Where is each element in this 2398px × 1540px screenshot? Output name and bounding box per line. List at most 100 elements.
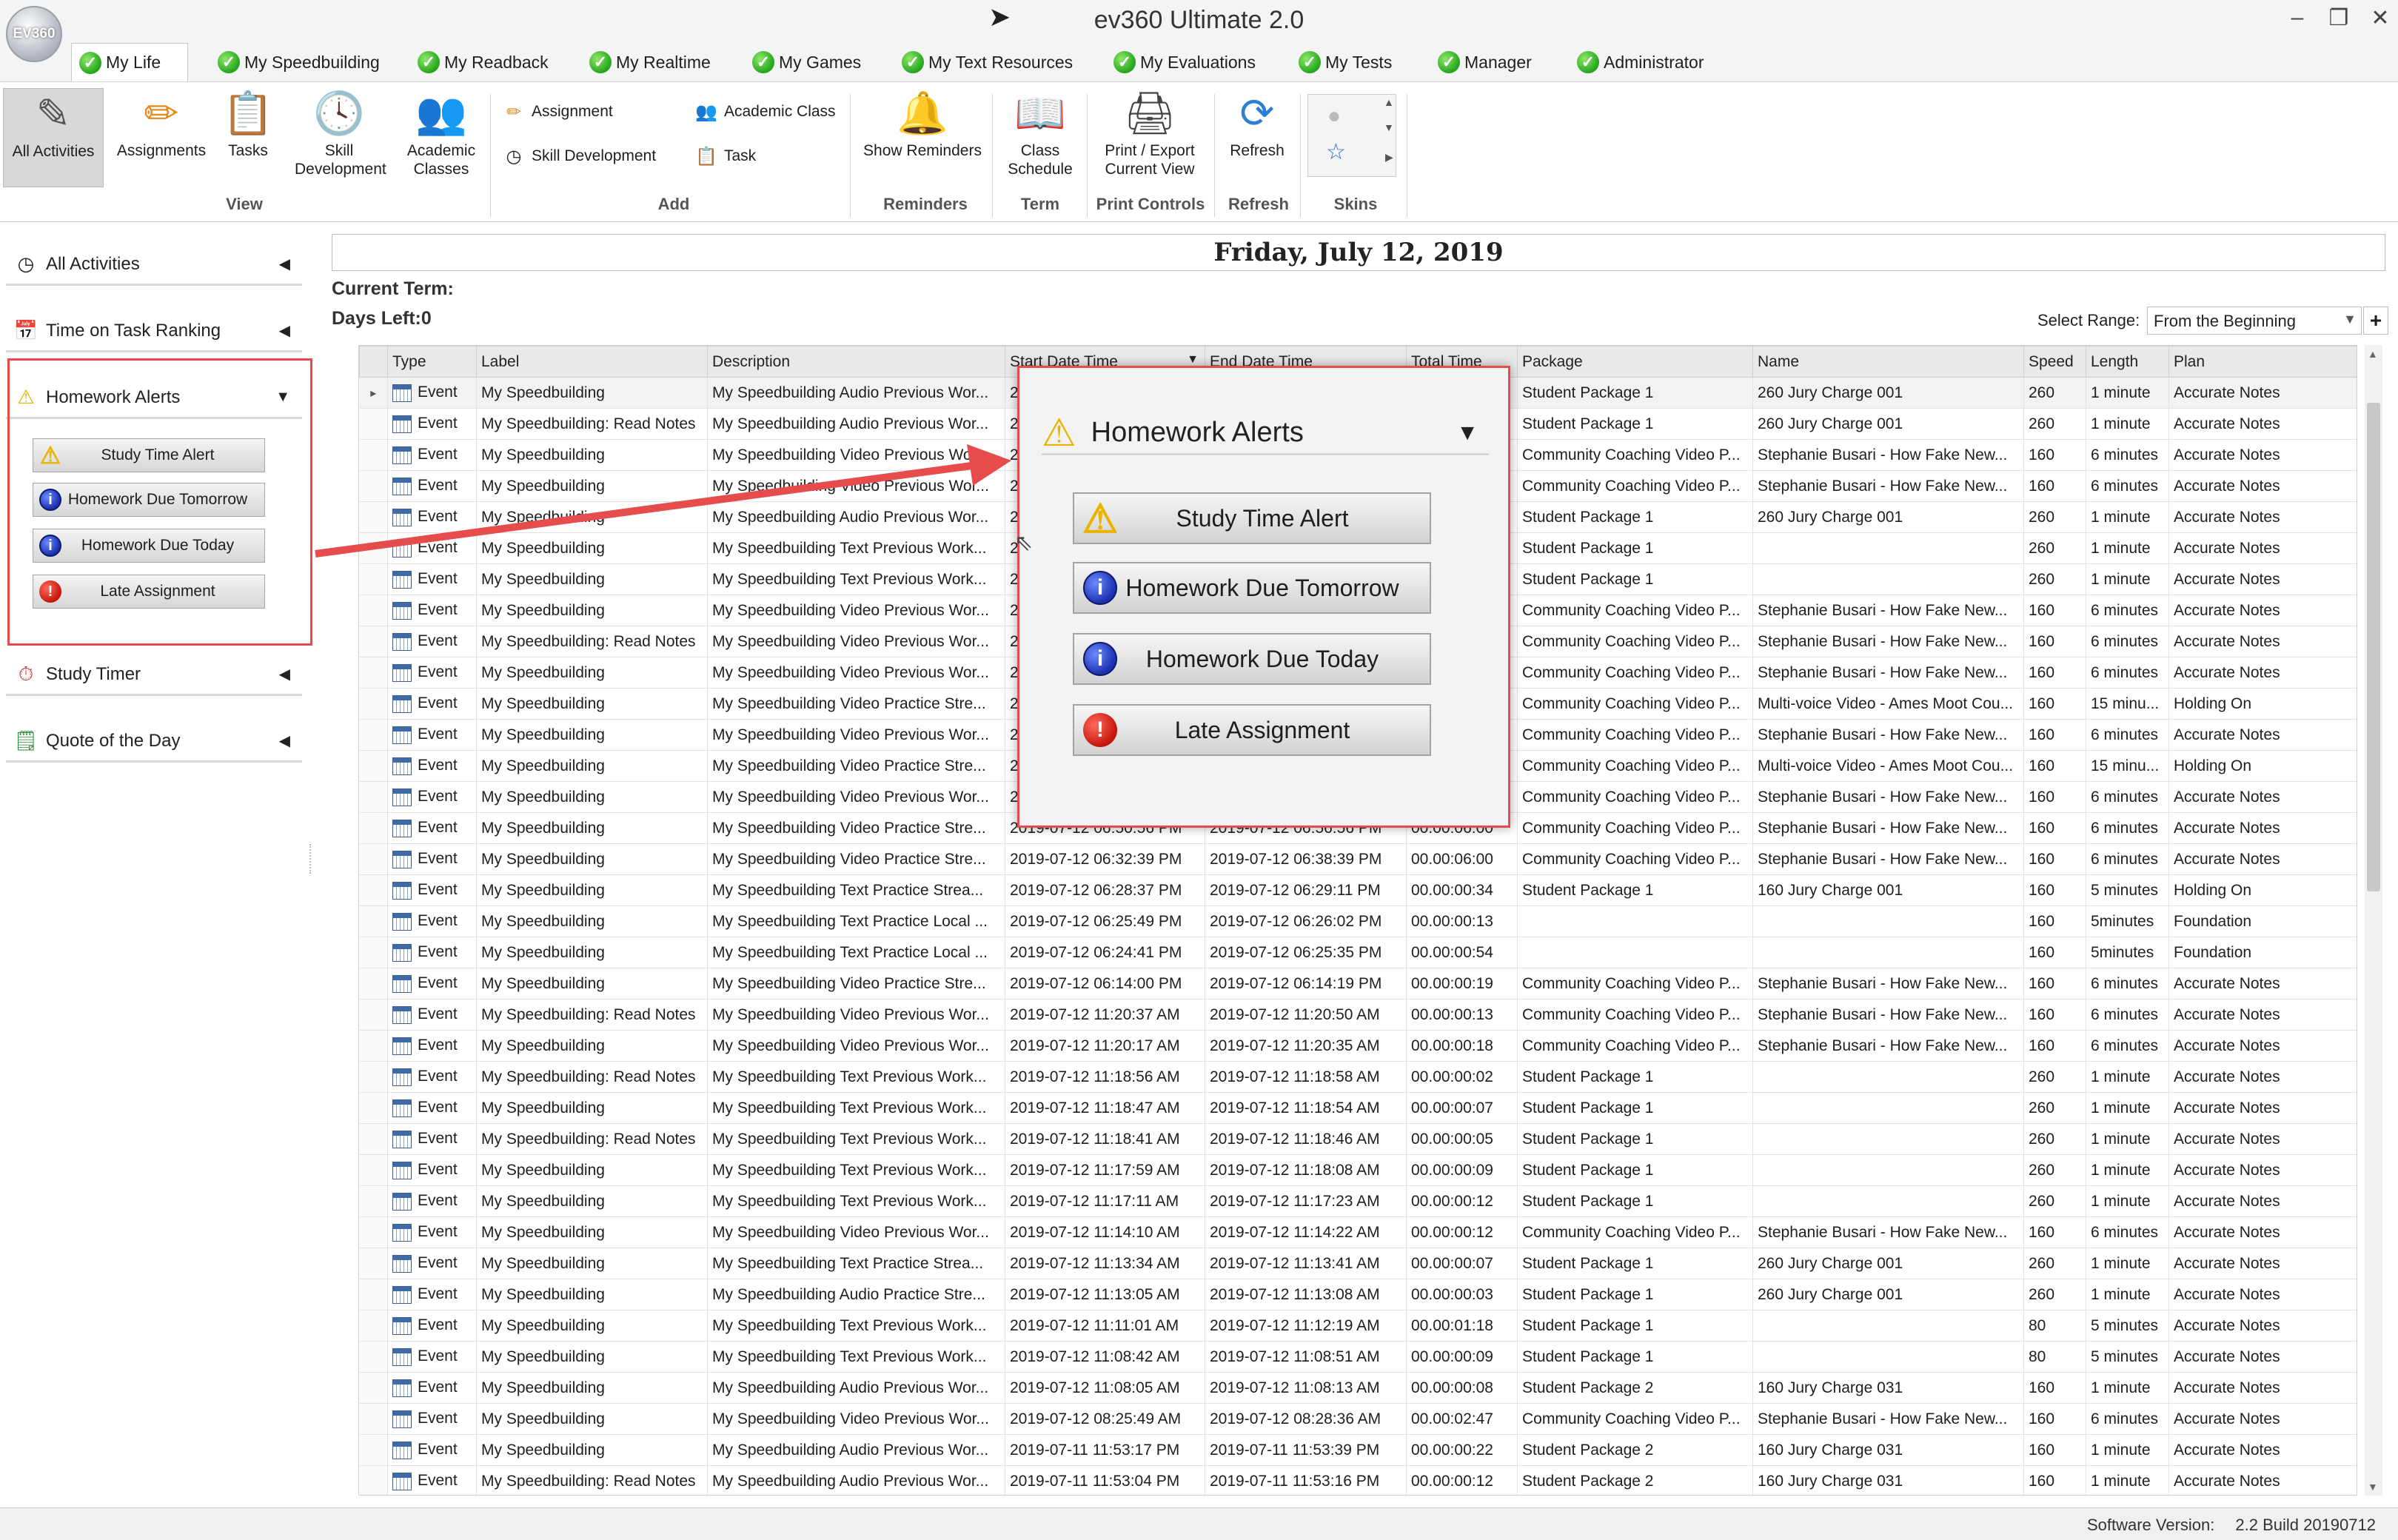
nav-time-on-task-ranking[interactable]: 📅 Time on Task Ranking ◀ — [6, 311, 302, 352]
row-indicator[interactable] — [359, 1061, 388, 1093]
column-header[interactable]: Description — [707, 346, 1005, 378]
table-row[interactable]: Event My Speedbuilding My Speedbuilding Te… — [359, 1154, 2357, 1186]
scroll-up-icon[interactable]: ▲ — [2368, 348, 2378, 360]
row-indicator[interactable] — [359, 657, 388, 689]
column-header[interactable]: Label — [476, 346, 708, 378]
row-indicator[interactable] — [359, 812, 388, 844]
row-indicator[interactable] — [359, 439, 388, 471]
column-header[interactable]: Plan — [2168, 346, 2357, 378]
column-header[interactable]: Name — [1752, 346, 2024, 378]
row-indicator[interactable] — [359, 968, 388, 1000]
add-skill-development-button[interactable]: ◷ Skill Development — [503, 146, 657, 167]
table-row[interactable]: Event My Speedbuilding My Speedbuilding Te… — [359, 1341, 2357, 1373]
tasks-button[interactable]: 📋 Tasks — [215, 88, 281, 160]
column-header[interactable]: Type — [387, 346, 477, 378]
refresh-button[interactable]: ⟳ Refresh — [1220, 88, 1294, 160]
table-row[interactable]: Event My Speedbuilding My Speedbuilding Vi… — [359, 843, 2357, 875]
row-indicator[interactable] — [359, 1372, 388, 1404]
tab-manager[interactable]: ✓ Manager — [1430, 43, 1532, 81]
row-indicator[interactable] — [359, 470, 388, 502]
column-header[interactable]: Length — [2086, 346, 2169, 378]
nav-all-activities[interactable]: ◷ All Activities ◀ — [6, 244, 302, 286]
table-row[interactable]: Event My Speedbuilding My Speedbuilding Vi… — [359, 1030, 2357, 1062]
tab-my-life[interactable]: ✓ My Life — [71, 43, 188, 81]
add-range-button[interactable]: + — [2363, 307, 2388, 335]
row-indicator[interactable] — [359, 595, 388, 626]
all-activities-button[interactable]: ✎ All Activities — [3, 88, 104, 187]
row-indicator[interactable] — [359, 563, 388, 595]
row-indicator[interactable] — [359, 999, 388, 1031]
skins-gallery[interactable]: ● ☆ ▲ ▼ ▶ — [1307, 94, 1396, 177]
print-export-button[interactable]: 🖨 Print / Export Current View — [1093, 88, 1207, 178]
minimize-button[interactable]: – — [2284, 4, 2311, 31]
panel-splitter[interactable] — [309, 844, 314, 874]
tab-my-readback[interactable]: ✓ My Readback — [410, 43, 549, 81]
row-indicator[interactable] — [359, 626, 388, 657]
collapse-arrow-icon[interactable]: ◀ — [279, 321, 290, 340]
tab-my-games[interactable]: ✓ My Games — [745, 43, 861, 81]
scroll-up-icon[interactable]: ▲ — [1384, 96, 1394, 108]
table-row[interactable]: Event My Speedbuilding My Speedbuilding Vi… — [359, 1403, 2357, 1435]
row-indicator[interactable] — [359, 1465, 388, 1495]
row-indicator[interactable] — [359, 750, 388, 782]
table-row[interactable]: Event My Speedbuilding My Speedbuilding Au… — [359, 1372, 2357, 1404]
row-indicator[interactable] — [359, 1279, 388, 1310]
add-academic-class-button[interactable]: 👥 Academic Class — [695, 101, 836, 122]
tab-administrator[interactable]: ✓ Administrator — [1570, 43, 1704, 81]
dropdown-arrow-icon[interactable]: ▼ — [2343, 312, 2357, 327]
row-indicator[interactable] — [359, 688, 388, 720]
table-row[interactable]: Event My Speedbuilding My Speedbuilding Te… — [359, 1310, 2357, 1342]
tab-my-speedbuilding[interactable]: ✓ My Speedbuilding — [210, 43, 380, 81]
tab-my-evaluations[interactable]: ✓ My Evaluations — [1106, 43, 1256, 81]
tab-my-text-resources[interactable]: ✓ My Text Resources — [894, 43, 1073, 81]
scroll-down-icon[interactable]: ▼ — [1384, 121, 1394, 133]
collapse-arrow-icon[interactable]: ◀ — [279, 665, 290, 683]
close-button[interactable]: ✕ — [2367, 4, 2394, 31]
collapse-arrow-icon[interactable]: ◀ — [279, 732, 290, 750]
row-indicator[interactable] — [359, 1403, 388, 1435]
row-indicator[interactable] — [359, 905, 388, 937]
row-indicator[interactable] — [359, 719, 388, 751]
add-assignment-button[interactable]: ✏ Assignment — [503, 101, 613, 122]
row-indicator[interactable] — [359, 1248, 388, 1279]
table-row[interactable]: Event My Speedbuilding: Read Notes My Spee… — [359, 1061, 2357, 1093]
table-row[interactable]: Event My Speedbuilding My Speedbuilding Vi… — [359, 968, 2357, 1000]
skill-development-button[interactable]: 🕓 Skill Development — [287, 88, 391, 178]
table-row[interactable]: Event My Speedbuilding My Speedbuilding Te… — [359, 1185, 2357, 1217]
maximize-button[interactable]: ❐ — [2325, 4, 2352, 31]
academic-classes-button[interactable]: 👥 Academic Classes — [395, 88, 487, 178]
table-row[interactable]: Event My Speedbuilding My Speedbuilding Te… — [359, 937, 2357, 968]
column-header[interactable]: Speed — [2023, 346, 2086, 378]
row-indicator[interactable] — [359, 843, 388, 875]
scroll-down-icon[interactable]: ▼ — [2368, 1481, 2378, 1493]
row-indicator[interactable] — [359, 1216, 388, 1248]
table-row[interactable]: Event My Speedbuilding My Speedbuilding Te… — [359, 874, 2357, 906]
row-indicator[interactable] — [359, 781, 388, 813]
expand-gallery-icon[interactable]: ▶ — [1385, 151, 1393, 164]
table-row[interactable]: Event My Speedbuilding My Speedbuilding Te… — [359, 1092, 2357, 1124]
row-indicator[interactable] — [359, 1123, 388, 1155]
app-logo[interactable]: EV360 — [6, 6, 62, 62]
row-indicator[interactable] — [359, 1154, 388, 1186]
skin-star-icon[interactable]: ☆ — [1326, 139, 1346, 165]
select-range-dropdown[interactable]: From the Beginning ▼ — [2147, 307, 2362, 335]
table-row[interactable]: Event My Speedbuilding: Read Notes My Spee… — [359, 999, 2357, 1031]
row-indicator[interactable] — [359, 532, 388, 564]
table-row[interactable]: Event My Speedbuilding My Speedbuilding Te… — [359, 1248, 2357, 1279]
scrollbar-thumb[interactable] — [2367, 403, 2380, 891]
table-row[interactable]: Event My Speedbuilding My Speedbuilding Au… — [359, 1434, 2357, 1466]
assignments-button[interactable]: ✏ Assignments — [111, 88, 212, 160]
show-reminders-button[interactable]: 🔔 Show Reminders — [859, 88, 986, 160]
row-indicator[interactable] — [359, 1185, 388, 1217]
table-row[interactable]: Event My Speedbuilding My Speedbuilding Vi… — [359, 1216, 2357, 1248]
row-indicator[interactable]: ▸ — [359, 377, 388, 409]
skin-circle-icon[interactable]: ● — [1327, 104, 1341, 129]
row-indicator[interactable] — [359, 1434, 388, 1466]
table-row[interactable]: Event My Speedbuilding My Speedbuilding Te… — [359, 905, 2357, 937]
class-schedule-button[interactable]: 📖 Class Schedule — [999, 88, 1081, 178]
row-indicator[interactable] — [359, 1310, 388, 1342]
table-row[interactable]: Event My Speedbuilding: Read Notes My Spee… — [359, 1465, 2357, 1495]
row-indicator[interactable] — [359, 408, 388, 440]
row-indicator[interactable] — [359, 1030, 388, 1062]
row-indicator[interactable] — [359, 1092, 388, 1124]
